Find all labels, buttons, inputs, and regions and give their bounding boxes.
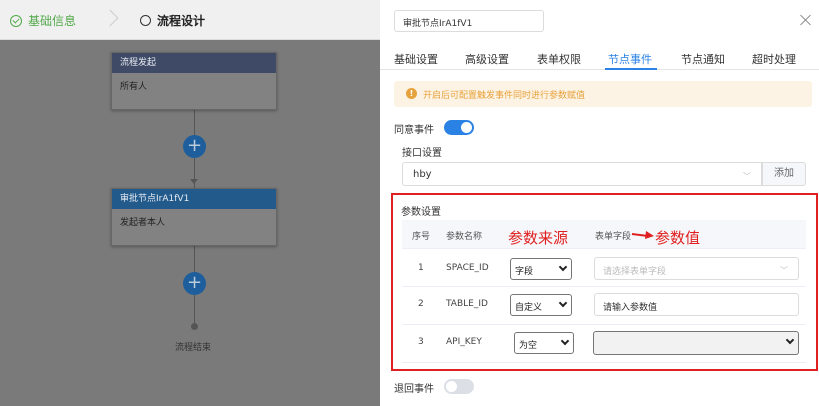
- table-row: 2 TABLE_ID 自定义 请输入参数值: [402, 287, 806, 325]
- warning-icon: !: [406, 88, 417, 99]
- reject-event-toggle[interactable]: [444, 379, 474, 394]
- active-tab-indicator: [605, 68, 657, 70]
- reject-event-label: 退回事件: [394, 384, 434, 395]
- row-index: 2: [418, 299, 424, 309]
- chevron-down-icon: [560, 336, 570, 346]
- step-basic-info-label: 基础信息: [28, 14, 77, 28]
- agree-event-label: 同意事件: [394, 125, 434, 136]
- param-value-text: 请输入参数值: [603, 303, 658, 313]
- add-node-button[interactable]: +: [183, 272, 206, 295]
- param-source-select[interactable]: 字段: [510, 258, 572, 280]
- toggle-knob: [461, 122, 472, 133]
- add-button[interactable]: 添加: [762, 162, 806, 186]
- circle-icon: [140, 15, 151, 26]
- agree-event-toggle[interactable]: [444, 120, 474, 135]
- flow-node-approval[interactable]: 审批节点IrA1fV1 发起者本人: [111, 188, 277, 246]
- close-icon[interactable]: [800, 14, 812, 26]
- notice-text: 开启后可配置触发事件同时进行参数赋值: [423, 91, 586, 101]
- node-title: 审批节点IrA1fV1: [112, 189, 276, 209]
- chevron-down-icon: ﹀: [743, 172, 751, 181]
- interface-settings-label: 接口设置: [402, 148, 442, 159]
- params-title: 参数设置: [401, 207, 441, 218]
- end-dot-icon: [191, 323, 198, 330]
- header-param-name: 参数名称: [446, 232, 483, 242]
- step-flow-design[interactable]: 流程设计: [140, 12, 205, 29]
- param-source-value: 自定义: [515, 303, 543, 313]
- arrow-down-icon: [190, 179, 198, 184]
- node-body: 所有人: [120, 82, 148, 92]
- chevron-down-icon: ﹀: [780, 266, 788, 275]
- tab-timeout-handling[interactable]: 超时处理: [752, 51, 796, 67]
- step-flow-design-label: 流程设计: [157, 14, 206, 28]
- header-index: 序号: [412, 232, 431, 242]
- chevron-down-icon: [558, 262, 568, 272]
- notice-banner: ! 开启后可配置触发事件同时进行参数赋值: [394, 81, 812, 107]
- node-name-input[interactable]: 审批节点IrA1fV1: [394, 10, 544, 32]
- toggle-knob: [446, 381, 457, 392]
- annotation-param-source: 参数来源: [508, 229, 569, 247]
- step-basic-info[interactable]: 基础信息: [10, 12, 76, 29]
- chevron-right-icon: [101, 9, 119, 27]
- chevron-down-icon: [785, 335, 795, 345]
- tab-form-permissions[interactable]: 表单权限: [537, 51, 581, 67]
- row-index: 3: [418, 337, 424, 347]
- chevron-down-icon: [558, 298, 568, 308]
- interface-select-value: hby: [413, 169, 432, 180]
- param-source-select[interactable]: 自定义: [510, 294, 572, 316]
- steps-header: 基础信息 流程设计: [0, 0, 380, 40]
- param-source-select[interactable]: 为空: [514, 332, 574, 354]
- form-field-select[interactable]: 请选择表单字段 ﹀: [594, 257, 799, 280]
- table-row: 1 SPACE_ID 字段 请选择表单字段 ﹀: [402, 249, 806, 287]
- node-settings-drawer: 审批节点IrA1fV1 基础设置 高级设置 表单权限 节点事件 节点通知 超时处…: [380, 0, 819, 406]
- params-table-header: 序号 参数名称 表单字段: [402, 220, 806, 249]
- flow-end-label: 流程结束: [175, 343, 212, 353]
- table-row: 3 API_KEY 为空: [402, 325, 806, 363]
- tab-node-notifications[interactable]: 节点通知: [681, 51, 725, 67]
- tab-node-events[interactable]: 节点事件: [608, 51, 652, 67]
- add-node-button[interactable]: +: [183, 135, 206, 158]
- form-field-placeholder: 请选择表单字段: [603, 267, 667, 277]
- node-title: 流程发起: [112, 53, 276, 73]
- settings-tabs: 基础设置 高级设置 表单权限 节点事件 节点通知 超时处理: [380, 40, 819, 70]
- param-value-input[interactable]: 请输入参数值: [594, 293, 799, 316]
- row-param-name: SPACE_ID: [446, 263, 489, 273]
- row-param-name: API_KEY: [446, 337, 482, 347]
- param-source-value: 字段: [515, 267, 534, 277]
- tab-basic-settings[interactable]: 基础设置: [394, 51, 438, 67]
- annotation-param-value: 参数值: [655, 229, 701, 247]
- tab-advanced-settings[interactable]: 高级设置: [465, 51, 509, 67]
- check-circle-icon: [10, 14, 22, 27]
- row-param-name: TABLE_ID: [446, 299, 488, 309]
- node-body: 发起者本人: [120, 218, 166, 228]
- flow-node-start[interactable]: 流程发起 所有人: [111, 52, 277, 110]
- header-form-field: 表单字段: [595, 232, 632, 242]
- annotation-arrow-icon: [631, 231, 654, 239]
- param-source-value: 为空: [519, 341, 538, 351]
- param-value-select[interactable]: [593, 331, 799, 355]
- row-index: 1: [418, 263, 424, 273]
- interface-select[interactable]: hby ﹀: [402, 162, 762, 186]
- flow-designer-canvas: 基础信息 流程设计 流程发起 所有人 + 审批节点IrA1fV1 发起者本人 +…: [0, 0, 380, 406]
